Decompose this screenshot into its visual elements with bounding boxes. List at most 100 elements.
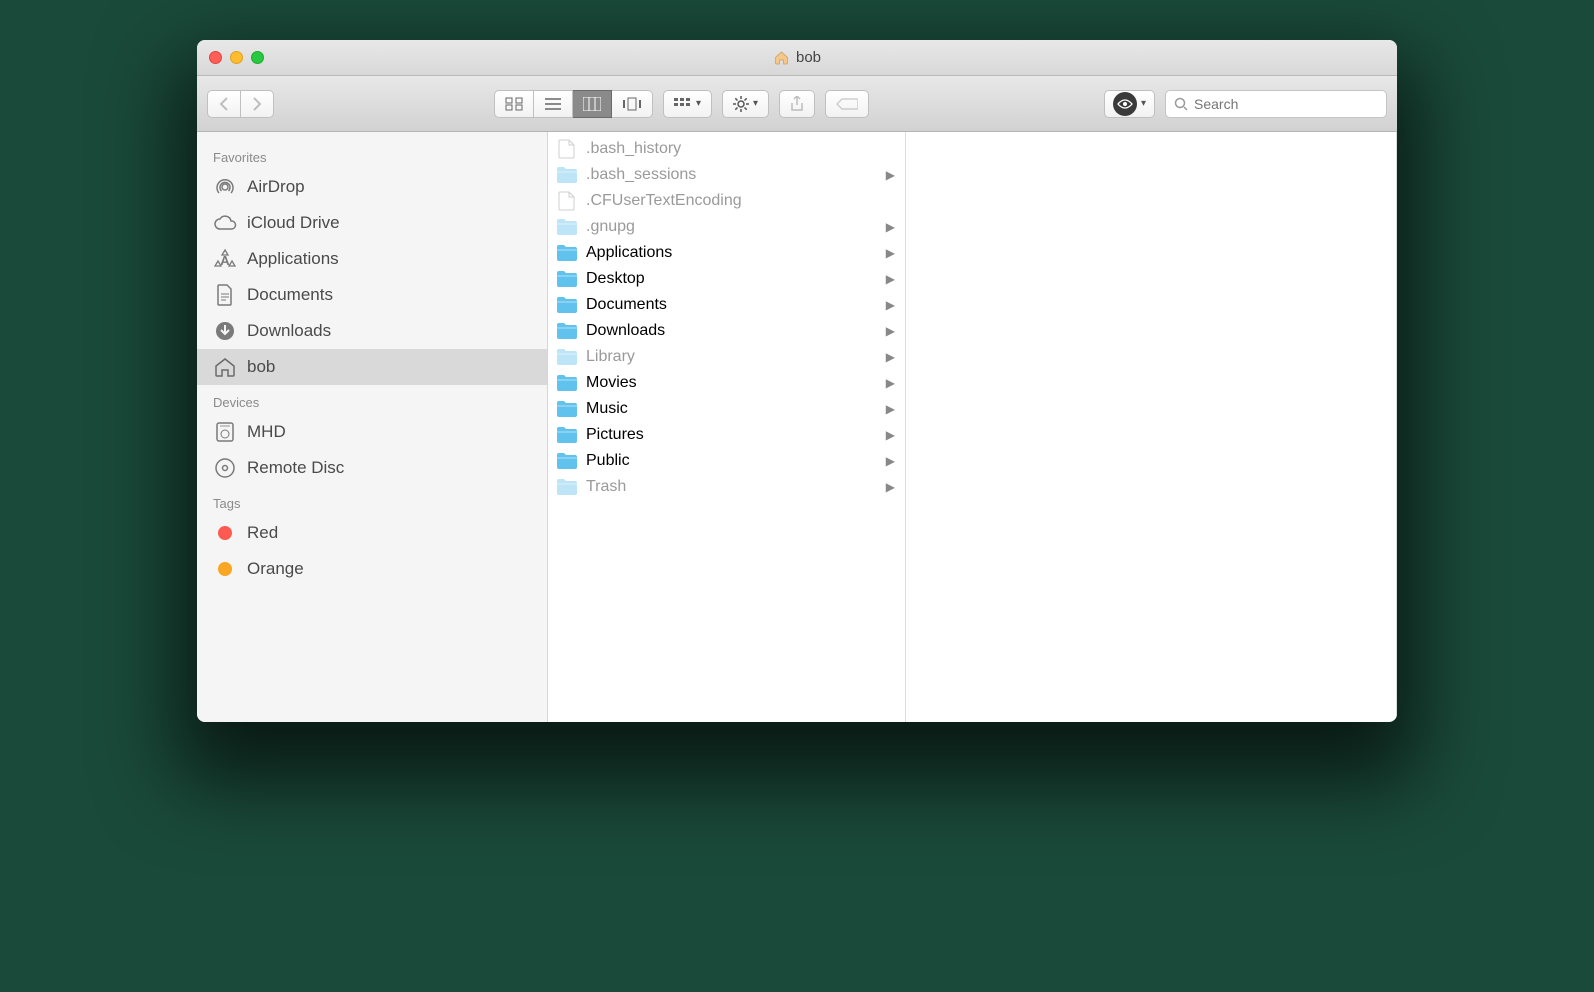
sidebar-item-applications[interactable]: AApplications xyxy=(197,241,547,277)
file-name: Desktop xyxy=(586,270,645,288)
sidebar-heading: Devices xyxy=(197,385,547,414)
sidebar-icon xyxy=(213,355,237,379)
sidebar-item-label: MHD xyxy=(247,422,286,442)
folder-icon xyxy=(556,295,578,315)
share-group xyxy=(779,90,815,118)
sidebar-item-remote-disc[interactable]: Remote Disc xyxy=(197,450,547,486)
file-item[interactable]: Movies▶ xyxy=(548,370,905,396)
finder-window: bob xyxy=(197,40,1397,722)
sidebar-item-label: Applications xyxy=(247,249,339,269)
file-name: Public xyxy=(586,452,630,470)
sidebar-item-airdrop[interactable]: AirDrop xyxy=(197,169,547,205)
sidebar-item-icloud-drive[interactable]: iCloud Drive xyxy=(197,205,547,241)
home-icon xyxy=(773,50,790,66)
file-name: .gnupg xyxy=(586,218,635,236)
sidebar-item-label: bob xyxy=(247,357,275,377)
search-input[interactable] xyxy=(1194,96,1378,112)
file-item[interactable]: .bash_sessions ▶ xyxy=(548,162,905,188)
folder-icon xyxy=(556,269,578,289)
close-button[interactable] xyxy=(209,51,222,64)
file-item[interactable]: Desktop▶ xyxy=(548,266,905,292)
list-view-button[interactable] xyxy=(534,90,573,118)
quicklook-button[interactable]: ▾ xyxy=(1104,90,1155,118)
quicklook-group: ▾ xyxy=(1104,90,1155,118)
sidebar-item-downloads[interactable]: Downloads xyxy=(197,313,547,349)
file-name: Library xyxy=(586,348,635,366)
tag-icon xyxy=(213,557,237,581)
tag-icon xyxy=(836,97,858,111)
file-name: .bash_history xyxy=(586,140,681,158)
sidebar-icon xyxy=(213,283,237,307)
file-name: Trash xyxy=(586,478,626,496)
toolbar: ▾ ▾ xyxy=(197,76,1397,132)
chevron-right-icon: ▶ xyxy=(886,168,895,182)
file-name: Pictures xyxy=(586,426,644,444)
file-name: Music xyxy=(586,400,628,418)
column-1[interactable]: .bash_history .bash_sessions ▶ .CFUserTextE… xyxy=(548,132,906,722)
tag-icon xyxy=(213,521,237,545)
sidebar-item-label: Downloads xyxy=(247,321,331,341)
action-button[interactable]: ▾ xyxy=(722,90,769,118)
chevron-right-icon: ▶ xyxy=(886,376,895,390)
folder-icon xyxy=(556,451,578,471)
file-item[interactable]: Music ▶ xyxy=(548,396,905,422)
sidebar-icon xyxy=(213,420,237,444)
chevron-right-icon: ▶ xyxy=(886,402,895,416)
sidebar-item-bob[interactable]: bob xyxy=(197,349,547,385)
chevron-down-icon: ▾ xyxy=(1141,98,1146,109)
forward-button[interactable] xyxy=(241,90,274,118)
chevron-right-icon: ▶ xyxy=(886,480,895,494)
chevron-left-icon xyxy=(218,97,230,111)
gallery-view-button[interactable] xyxy=(612,90,653,118)
file-item[interactable]: Public▶ xyxy=(548,448,905,474)
folder-icon xyxy=(556,321,578,341)
sidebar-item-orange[interactable]: Orange xyxy=(197,551,547,587)
file-item[interactable]: .CFUserTextEncoding xyxy=(548,188,905,214)
folder-icon xyxy=(556,399,578,419)
edit-tags-button[interactable] xyxy=(825,90,869,118)
grid-icon xyxy=(505,97,523,111)
file-item[interactable]: Documents▶ xyxy=(548,292,905,318)
chevron-right-icon: ▶ xyxy=(886,220,895,234)
file-item[interactable]: Pictures▶ xyxy=(548,422,905,448)
eye-icon xyxy=(1113,92,1137,116)
file-item[interactable]: Trash ▶ xyxy=(548,474,905,500)
window-title: bob xyxy=(773,49,821,66)
sidebar-icon xyxy=(213,319,237,343)
icon-view-button[interactable] xyxy=(494,90,534,118)
file-item[interactable]: Applications▶ xyxy=(548,240,905,266)
file-name: Downloads xyxy=(586,322,665,340)
sidebar-item-documents[interactable]: Documents xyxy=(197,277,547,313)
file-item[interactable]: .gnupg ▶ xyxy=(548,214,905,240)
folder-icon xyxy=(556,373,578,393)
chevron-right-icon: ▶ xyxy=(886,298,895,312)
minimize-button[interactable] xyxy=(230,51,243,64)
sidebar-item-mhd[interactable]: MHD xyxy=(197,414,547,450)
file-item[interactable]: Downloads▶ xyxy=(548,318,905,344)
fullscreen-button[interactable] xyxy=(251,51,264,64)
search-icon xyxy=(1174,97,1188,111)
share-button[interactable] xyxy=(779,90,815,118)
titlebar: bob xyxy=(197,40,1397,76)
column-2[interactable] xyxy=(906,132,1397,722)
sidebar-item-red[interactable]: Red xyxy=(197,515,547,551)
folder-icon xyxy=(556,165,578,185)
window-body: Favorites AirDrop iCloud DriveAApplication… xyxy=(197,132,1397,722)
list-icon xyxy=(544,97,562,111)
sidebar-icon xyxy=(213,211,237,235)
search-field[interactable] xyxy=(1165,90,1387,118)
tags-group xyxy=(825,90,869,118)
file-item[interactable]: Library▶ xyxy=(548,344,905,370)
file-item[interactable]: .bash_history xyxy=(548,136,905,162)
coverflow-icon xyxy=(622,97,642,111)
arrange-button[interactable]: ▾ xyxy=(663,90,712,118)
back-button[interactable] xyxy=(207,90,241,118)
file-name: .bash_sessions xyxy=(586,166,696,184)
file-icon xyxy=(556,191,578,211)
view-mode-buttons xyxy=(494,90,653,118)
sidebar-item-label: AirDrop xyxy=(247,177,305,197)
sidebar-item-label: Red xyxy=(247,523,278,543)
column-view-button[interactable] xyxy=(573,90,612,118)
sidebar-heading: Favorites xyxy=(197,140,547,169)
folder-icon xyxy=(556,477,578,497)
